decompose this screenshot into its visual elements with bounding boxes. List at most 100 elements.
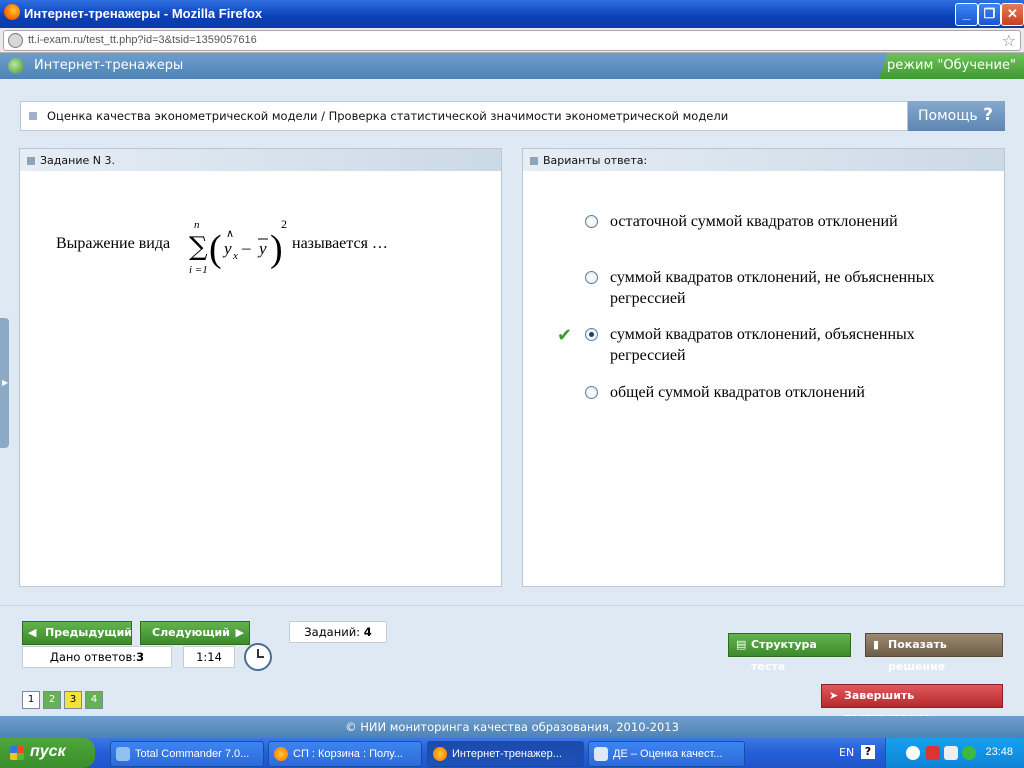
start-label: пуск — [30, 743, 66, 760]
page-3[interactable]: 3 — [64, 691, 82, 709]
arrow-left-icon: ◀ — [28, 626, 37, 639]
question-text-after: называется … — [292, 235, 388, 252]
running-man-icon: ➤ — [829, 689, 839, 702]
start-button[interactable]: пуск — [0, 738, 95, 768]
antivirus-icon[interactable] — [926, 746, 940, 760]
show-solution-button[interactable]: ▮ Показать решение — [865, 633, 1003, 673]
answers-panel-header: Варианты ответа: — [523, 149, 1004, 171]
bookmark-star-icon[interactable]: ☆ — [1002, 31, 1016, 50]
test-structure-button[interactable]: ▤ Структура теста — [728, 633, 851, 673]
check-icon: ✔ — [557, 325, 573, 346]
help-label: Помощь — [918, 108, 978, 124]
footer-copyright: © НИИ мониторинга качества образования, … — [0, 716, 1024, 738]
answer-option[interactable]: суммой квадратов отклонений, не объяснен… — [523, 267, 1004, 307]
answer-option[interactable]: общей суммой квадратов отклонений — [523, 382, 1004, 422]
timer: 1:14 — [183, 646, 235, 668]
taskbar-item-total-commander[interactable]: Total Commander 7.0... — [110, 741, 264, 767]
question-text-before: Выражение вида — [56, 235, 171, 252]
bullet-square-icon — [27, 157, 35, 165]
answer-text: суммой квадратов отклонений, не объяснен… — [610, 269, 935, 307]
answer-text: остаточной суммой квадратов отклонений — [610, 213, 898, 230]
answers-title: Варианты ответа: — [543, 154, 648, 167]
word-icon — [594, 747, 608, 761]
question-icon: ? — [983, 105, 993, 125]
task-panel-header: Задание N 3. — [20, 149, 501, 171]
taskbar-item-label: ДЕ – Оценка качест... — [613, 748, 723, 760]
answer-text: суммой квадратов отклонений, объясненных… — [610, 326, 915, 364]
formula-exponent: 2 — [281, 217, 287, 231]
network-icon[interactable] — [944, 746, 958, 760]
url-text: tt.i-exam.ru/test_tt.php?id=3&tsid=13590… — [28, 34, 257, 46]
taskbar-item-label: Интернет-тренажер... — [452, 748, 562, 760]
firefox-icon — [274, 747, 288, 761]
radio-button[interactable] — [585, 386, 598, 399]
app-name: Интернет-тренажеры — [34, 58, 184, 73]
prev-label: Предыдущий — [45, 626, 133, 639]
formula-y-hat: y — [222, 239, 232, 258]
page-1[interactable]: 1 — [22, 691, 40, 709]
answered-label: Дано ответов: — [49, 650, 137, 664]
answered-counter: Дано ответов:3 — [22, 646, 172, 668]
side-panel-toggle[interactable]: ▶ — [0, 318, 9, 448]
arrow-left-icon[interactable] — [906, 746, 920, 760]
next-button[interactable]: Следующий ▶ — [140, 621, 250, 645]
prev-button[interactable]: ◀ Предыдущий — [22, 621, 132, 645]
task-panel: Задание N 3. Выражение вида n ∑ i =1 ( ∧… — [19, 148, 502, 587]
total-commander-icon — [116, 747, 130, 761]
taskbar-item-basket[interactable]: СП : Корзина : Полу... — [268, 741, 422, 767]
task-title: Задание N 3. — [40, 154, 115, 167]
radio-button[interactable] — [585, 271, 598, 284]
clock-time: 23:48 — [985, 746, 1013, 758]
windows-flag-icon — [10, 746, 24, 760]
taskbar-item-word-doc[interactable]: ДЕ – Оценка качест... — [588, 741, 745, 767]
url-field[interactable]: tt.i-exam.ru/test_tt.php?id=3&tsid=13590… — [3, 30, 1021, 51]
window-title: Интернет-тренажеры - Mozilla Firefox — [24, 6, 263, 21]
page-2[interactable]: 2 — [43, 691, 61, 709]
site-identity-icon[interactable] — [8, 33, 23, 48]
language-indicator[interactable]: EN — [839, 746, 854, 759]
tasks-count: 4 — [363, 625, 372, 639]
answer-text: общей суммой квадратов отклонений — [610, 384, 865, 401]
maximize-button[interactable]: ❐ — [978, 3, 1001, 26]
system-tray: 23:48 — [885, 738, 1024, 768]
firefox-icon — [433, 747, 447, 761]
answer-option-selected[interactable]: ✔ суммой квадратов отклонений, объясненн… — [523, 324, 1004, 364]
answered-count: 3 — [136, 650, 145, 664]
show-solution-label: Показать решение — [888, 638, 947, 673]
list-icon: ▤ — [736, 638, 747, 651]
firefox-icon — [4, 4, 20, 20]
radio-button[interactable] — [585, 215, 598, 228]
radio-button-selected[interactable] — [585, 328, 598, 341]
formula-minus: – — [241, 238, 251, 257]
taskbar-item-label: Total Commander 7.0... — [135, 748, 250, 760]
window-titlebar: Интернет-тренажеры - Mozilla Firefox _ ❐… — [0, 0, 1024, 28]
address-bar: tt.i-exam.ru/test_tt.php?id=3&tsid=13590… — [0, 28, 1024, 53]
help-button[interactable]: Помощь ? — [908, 101, 1005, 131]
arrow-right-icon: ▶ — [235, 626, 244, 639]
minimize-button[interactable]: _ — [955, 3, 978, 26]
page-4[interactable]: 4 — [85, 691, 103, 709]
bullet-square-icon — [29, 112, 37, 120]
app-header: Интернет-тренажеры режим "Обучение" — [0, 53, 1024, 79]
formula-upper: n — [194, 219, 200, 231]
arrow-right-icon: ▶ — [2, 378, 9, 387]
close-button[interactable]: ✕ — [1001, 3, 1024, 26]
clock-icon — [244, 643, 272, 671]
answer-option[interactable]: остаточной суммой квадратов отклонений — [523, 211, 1004, 251]
formula-subscript: x — [232, 250, 238, 262]
answers-panel: Варианты ответа: остаточной суммой квадр… — [522, 148, 1005, 587]
taskbar-item-internet-trainers[interactable]: Интернет-тренажер... — [427, 741, 584, 767]
taskbar-item-label: СП : Корзина : Полу... — [293, 748, 403, 760]
formula-lower: i =1 — [189, 264, 208, 276]
book-icon: ▮ — [873, 638, 880, 651]
finish-test-button[interactable]: ➤ Завершить тестирование — [821, 684, 1003, 724]
wifi-icon[interactable] — [962, 746, 976, 760]
taskbar: пуск Total Commander 7.0... СП : Корзина… — [0, 738, 1024, 768]
tasks-counter: Заданий: 4 — [289, 621, 387, 643]
breadcrumb: Оценка качества эконометрической модели … — [20, 101, 908, 131]
help-icon[interactable]: ? — [861, 745, 875, 759]
next-label: Следующий — [152, 626, 230, 639]
breadcrumb-text: Оценка качества эконометрической модели … — [47, 109, 729, 123]
formula-y-bar: y — [257, 239, 267, 258]
formula-sigma: ∑ — [189, 232, 208, 262]
